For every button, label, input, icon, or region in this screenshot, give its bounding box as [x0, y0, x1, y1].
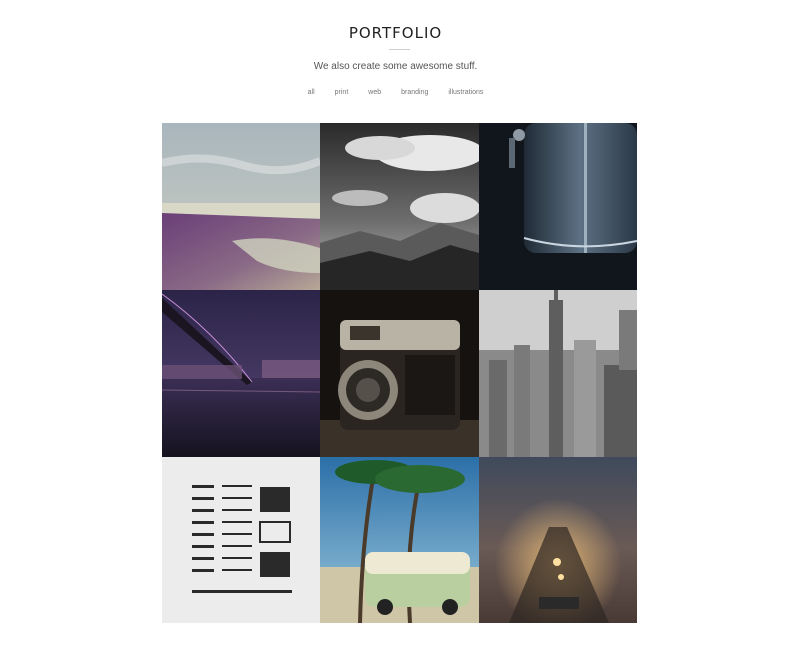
- title-divider: [389, 49, 410, 50]
- road-image: [479, 457, 637, 623]
- filter-all[interactable]: all: [308, 89, 315, 96]
- filter-web[interactable]: web: [368, 89, 381, 96]
- page-subtitle: We also create some awesome stuff.: [313, 61, 478, 72]
- portfolio-item-road[interactable]: [479, 457, 637, 623]
- page-title: PORTFOLIO: [348, 24, 443, 42]
- portfolio-item-beach[interactable]: [162, 123, 320, 290]
- metal-image: [479, 123, 637, 290]
- van-image: [320, 457, 479, 623]
- mountains-image: [320, 123, 479, 290]
- portfolio-item-van[interactable]: [320, 457, 479, 623]
- portfolio-item-typewriter[interactable]: [162, 457, 320, 623]
- filter-bar: all print web branding illustrations: [0, 89, 791, 96]
- portfolio-item-bridge[interactable]: [162, 290, 320, 457]
- beach-image: [162, 123, 320, 290]
- portfolio-item-mountains[interactable]: [320, 123, 479, 290]
- filter-print[interactable]: print: [335, 89, 349, 96]
- city-image: [479, 290, 637, 457]
- filter-illustrations[interactable]: illustrations: [448, 89, 483, 96]
- filter-branding[interactable]: branding: [401, 89, 428, 96]
- bridge-image: [162, 290, 320, 457]
- typewriter-image: [162, 457, 320, 623]
- portfolio-item-camera[interactable]: [320, 290, 479, 457]
- camera-image: [320, 290, 479, 457]
- portfolio-grid: [162, 123, 637, 623]
- portfolio-item-metal[interactable]: [479, 123, 637, 290]
- portfolio-item-city[interactable]: [479, 290, 637, 457]
